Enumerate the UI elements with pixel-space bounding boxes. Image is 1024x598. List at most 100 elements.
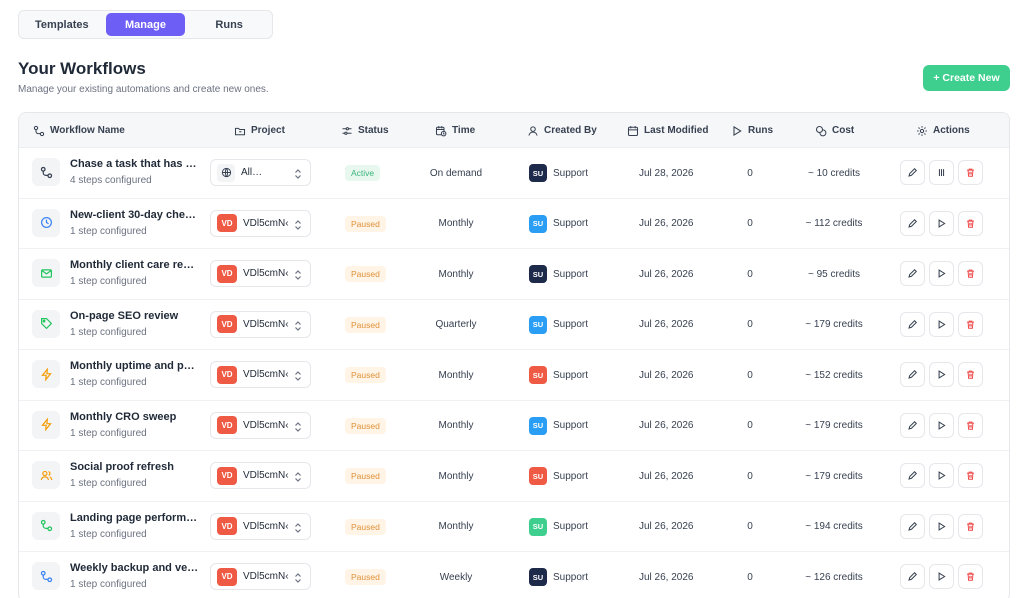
status-cell: Paused: [345, 350, 386, 400]
workflow-name[interactable]: Monthly CRO sweep: [70, 411, 200, 423]
edit-button[interactable]: [900, 160, 925, 185]
edit-button[interactable]: [900, 362, 925, 387]
delete-button[interactable]: [958, 513, 983, 539]
delete-button[interactable]: [958, 463, 983, 488]
time-value: Monthly: [438, 218, 474, 229]
time-value: Monthly: [438, 521, 474, 532]
col-status[interactable]: Status: [341, 113, 389, 148]
project-select[interactable]: All…: [210, 159, 311, 186]
run-button[interactable]: [929, 210, 954, 236]
run-button[interactable]: [929, 311, 954, 337]
avatar: SU: [529, 467, 547, 485]
status-cell: Paused: [345, 401, 386, 451]
table-row[interactable]: Monthly uptime and p… 1 step configured …: [19, 350, 1009, 401]
edit-button[interactable]: [900, 412, 925, 438]
col-time-label: Time: [452, 125, 476, 136]
edit-button[interactable]: [900, 513, 925, 539]
project-select[interactable]: VD VDl5cmN‹: [210, 310, 311, 338]
workflow-name[interactable]: New-client 30-day che…: [70, 209, 200, 221]
project-badge: VD: [217, 264, 237, 283]
run-button[interactable]: [929, 412, 954, 438]
delete-button[interactable]: [958, 564, 983, 589]
workflow-icon: [32, 158, 60, 186]
tab-manage[interactable]: Manage: [105, 13, 186, 36]
workflow-name[interactable]: Social proof refresh: [70, 461, 200, 473]
run-button[interactable]: [929, 362, 954, 387]
project-select[interactable]: VD VDl5cmN‹: [210, 512, 311, 540]
project-select[interactable]: VD VDl5cmN‹: [210, 411, 311, 439]
workflow-name[interactable]: Landing page perform…: [70, 512, 200, 524]
col-runs[interactable]: Runs: [731, 113, 773, 148]
table-row[interactable]: New-client 30-day che… 1 step configured…: [19, 199, 1009, 249]
project-value: VDl5cmN‹: [243, 217, 289, 229]
delete-button[interactable]: [958, 210, 983, 236]
pause-button[interactable]: [929, 160, 954, 185]
modified-cell: Jul 26, 2026: [639, 502, 694, 552]
avatar: SU: [529, 568, 547, 586]
delete-button[interactable]: [958, 160, 983, 185]
col-last-modified[interactable]: Last Modified: [627, 113, 708, 148]
col-project[interactable]: Project: [234, 113, 285, 148]
workflow-name[interactable]: Chase a task that has …: [70, 158, 200, 170]
workflow-icon: [33, 125, 45, 136]
status-badge: Paused: [345, 367, 386, 383]
table-row[interactable]: On-page SEO review 1 step configured VD …: [19, 300, 1009, 350]
time-cell: Quarterly: [417, 300, 495, 350]
workflow-name[interactable]: Monthly client care re…: [70, 259, 200, 271]
table-row[interactable]: Landing page perform… 1 step configured …: [19, 502, 1009, 552]
run-button[interactable]: [929, 513, 954, 539]
table-row[interactable]: Weekly backup and ve… 1 step configured …: [19, 552, 1009, 598]
project-value: VDl5cmN‹: [243, 369, 289, 380]
cost-cell: ~ 179 credits: [793, 401, 875, 451]
edit-icon: [907, 470, 918, 481]
edit-icon: [907, 521, 918, 532]
delete-button[interactable]: [958, 362, 983, 387]
time-value: Monthly: [438, 470, 474, 482]
edit-button[interactable]: [900, 311, 925, 337]
cost-value: ~ 179 credits: [805, 319, 863, 330]
edit-icon: [907, 571, 918, 582]
play-icon: [936, 268, 947, 279]
workflow-name[interactable]: Weekly backup and ve…: [70, 562, 200, 574]
run-button[interactable]: [929, 564, 954, 589]
tab-templates[interactable]: Templates: [22, 13, 102, 36]
col-workflow-name[interactable]: Workflow Name: [33, 113, 125, 148]
project-select[interactable]: VD VDl5cmN‹: [210, 462, 311, 489]
created-by-name: Support: [553, 571, 589, 583]
status-badge: Paused: [345, 417, 386, 434]
edit-button[interactable]: [900, 261, 925, 286]
lightning-icon: [32, 410, 60, 439]
delete-button[interactable]: [958, 311, 983, 337]
project-select[interactable]: VD VDl5cmN‹: [210, 209, 311, 237]
edit-button[interactable]: [900, 463, 925, 488]
col-last-modified-label: Last Modified: [644, 125, 709, 136]
delete-button[interactable]: [958, 261, 983, 286]
runs-cell: 0: [745, 401, 755, 451]
calendar-clock-icon: [435, 125, 447, 136]
project-select[interactable]: VD VDl5cmN‹: [210, 361, 311, 388]
table-row[interactable]: Chase a task that has … 4 steps configur…: [19, 148, 1009, 199]
col-cost[interactable]: Cost: [815, 113, 854, 148]
col-cost-label: Cost: [832, 125, 855, 136]
edit-button[interactable]: [900, 564, 925, 589]
page-title: Your Workflows: [18, 59, 146, 78]
table-row[interactable]: Monthly CRO sweep 1 step configured VD V…: [19, 401, 1009, 451]
workflow-name[interactable]: On-page SEO review: [70, 310, 200, 322]
project-select[interactable]: VD VDl5cmN‹: [210, 260, 311, 287]
create-new-button[interactable]: + Create New: [923, 65, 1010, 91]
status-cell: Paused: [345, 199, 386, 249]
clock-icon: [32, 208, 60, 237]
edit-button[interactable]: [900, 210, 925, 236]
col-time[interactable]: Time: [435, 113, 475, 148]
project-value: VDl5cmN‹: [243, 268, 289, 279]
run-button[interactable]: [929, 261, 954, 286]
delete-button[interactable]: [958, 412, 983, 438]
col-created-by[interactable]: Created By: [527, 113, 597, 148]
tab-runs[interactable]: Runs: [189, 13, 269, 36]
workflow-name[interactable]: Monthly uptime and p…: [70, 360, 200, 372]
table-row[interactable]: Monthly client care re… 1 step configure…: [19, 249, 1009, 300]
run-button[interactable]: [929, 463, 954, 488]
project-select[interactable]: VD VDl5cmN‹: [210, 563, 311, 590]
mail-icon: [32, 259, 60, 287]
table-row[interactable]: Social proof refresh 1 step configured V…: [19, 451, 1009, 502]
